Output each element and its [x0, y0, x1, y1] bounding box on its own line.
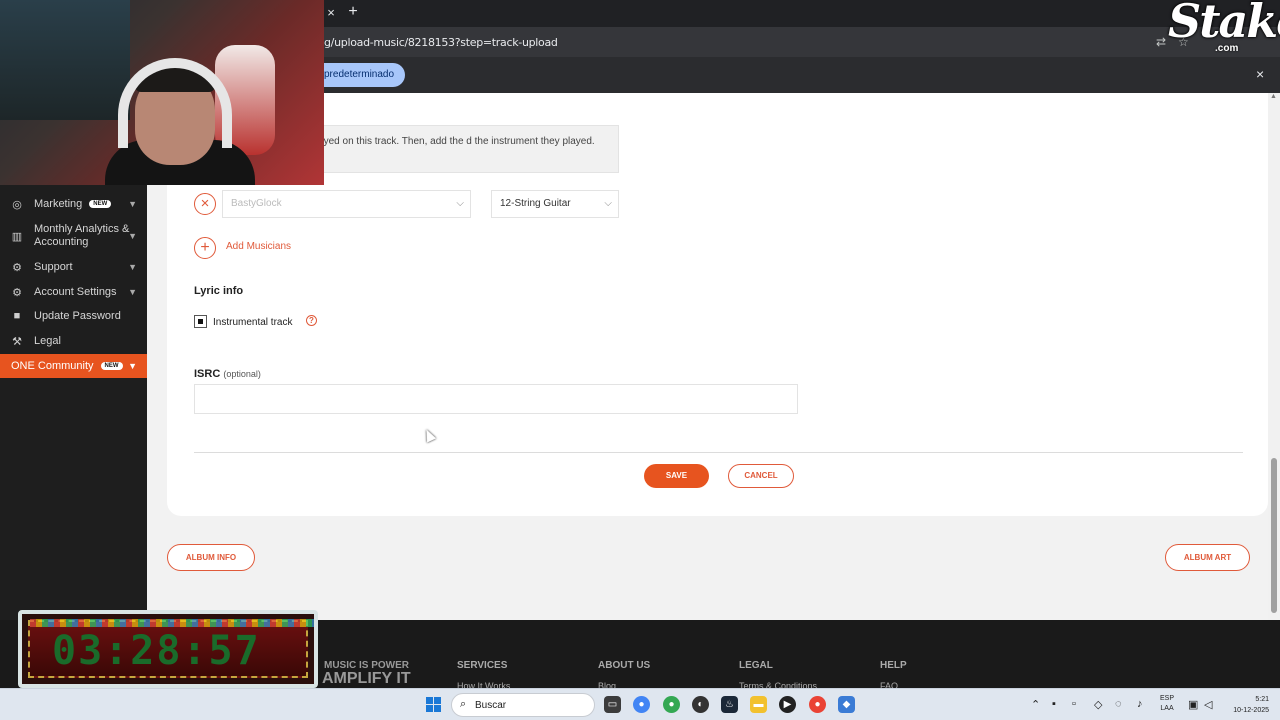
add-musician-icon[interactable]: + [194, 237, 216, 259]
sidebar-item-one-community[interactable]: ONE Community NEW ▼ [0, 354, 147, 378]
app-icon[interactable]: ◆ [838, 696, 855, 713]
chevron-down-icon: ▼ [128, 262, 137, 272]
sidebar-item-support[interactable]: ⚙ Support ▼ [0, 256, 147, 278]
countdown-timer-overlay: 03:28:57 [18, 610, 318, 688]
sidebar-item-label: Update Password [34, 309, 121, 322]
chrome-icon[interactable]: ● [633, 696, 650, 713]
app-icon[interactable]: ◐ [692, 696, 709, 713]
album-art-button[interactable]: ALBUM ART [1165, 544, 1250, 571]
set-default-button[interactable]: predeterminado [318, 63, 406, 87]
clock-time: 5:21 [1255, 696, 1269, 703]
divider [194, 452, 1243, 453]
chrome-profile-icon[interactable]: ● [663, 696, 680, 713]
christmas-lights [30, 619, 314, 627]
tab-close-icon[interactable]: × [324, 6, 338, 20]
gear-icon: ⚙ [12, 261, 22, 274]
stake-logo-domain: .com [1215, 43, 1239, 54]
chevron-down-icon: ▼ [128, 199, 137, 209]
sidebar-item-legal[interactable]: ⚒ Legal [0, 330, 147, 352]
scroll-up-icon[interactable]: ▲ [1270, 93, 1277, 100]
tray-app-icon[interactable]: ◇ [1094, 698, 1102, 711]
tray-chevron-up-icon[interactable]: ⌃ [1031, 698, 1040, 711]
cancel-button[interactable]: CANCEL [728, 464, 794, 488]
footer-help-title: HELP [880, 660, 907, 671]
new-tab-button[interactable]: + [346, 4, 360, 20]
settings-icon: ⚙ [12, 286, 22, 299]
footer-legal-title: LEGAL [739, 660, 773, 671]
remove-musician-icon[interactable]: × [194, 193, 216, 215]
tray-app-icon[interactable]: ▪ [1052, 698, 1056, 710]
isrc-title: ISRC [194, 368, 221, 380]
sidebar-item-label: Account Settings [34, 285, 117, 298]
clock-date: 10-12-2025 [1233, 707, 1269, 714]
gavel-icon: ⚒ [12, 335, 22, 348]
isrc-input[interactable] [194, 384, 798, 414]
megaphone-icon: ◎ [12, 198, 22, 211]
translate-icon[interactable]: ⇄ [1156, 35, 1166, 49]
file-explorer-icon[interactable]: ▬ [750, 696, 767, 713]
musician-select[interactable]: BastyGlock ⌵ [222, 190, 471, 218]
footer-services-title: SERVICES [457, 660, 508, 671]
media-player-icon[interactable]: ▶ [779, 696, 796, 713]
webcam-overlay [0, 0, 324, 185]
new-badge: NEW [100, 362, 123, 370]
stake-logo-text: Stake [1168, 0, 1280, 48]
chart-icon: ▥ [11, 230, 23, 243]
album-info-button[interactable]: ALBUM INFO [167, 544, 255, 571]
instrument-select[interactable]: 12-String Guitar ⌵ [491, 190, 619, 218]
sidebar-item-label: Legal [34, 334, 61, 347]
chevron-down-icon: ▼ [128, 231, 137, 241]
windows-start-icon[interactable] [426, 697, 441, 712]
chevron-down-icon: ▼ [128, 361, 137, 371]
chrome-active-icon[interactable]: ● [809, 696, 826, 713]
taskbar-search[interactable]: ⌕ Buscar [451, 693, 595, 717]
steam-icon[interactable]: ♨ [721, 696, 738, 713]
stake-logo: Stake .com [1168, 0, 1280, 56]
chevron-down-icon: ⌵ [456, 198, 464, 209]
search-placeholder: Buscar [475, 700, 507, 711]
sidebar-item-update-password[interactable]: ■ Update Password [0, 305, 147, 327]
scrollbar-thumb[interactable] [1271, 458, 1277, 613]
footer-about-title: ABOUT US [598, 660, 651, 671]
timer-text: 03:28:57 [52, 628, 261, 674]
chevron-down-icon: ⌵ [604, 198, 612, 209]
sidebar-item-label: Monthly Analytics & Accounting [34, 223, 130, 248]
url-text[interactable]: g/upload-music/8218153?step=track-upload [324, 36, 558, 49]
sidebar-item-analytics[interactable]: ▥ Monthly Analytics & Accounting ▼ [0, 221, 147, 251]
taskbar: ⌕ Buscar ▭ ● ● ◐ ♨ ▬ ▶ ● ◆ ⌃ ▪ ▫ ◇ ◌ ♪ E… [0, 688, 1280, 720]
sidebar-item-marketing[interactable]: ◎ Marketing NEW ▼ [0, 193, 147, 215]
help-icon[interactable]: ? [306, 315, 317, 326]
sidebar-item-label: Marketing [34, 197, 83, 210]
keyboard-layout: LAA [1160, 705, 1174, 712]
instrumental-checkbox[interactable] [194, 315, 207, 328]
sidebar-item-label: Support [34, 260, 73, 273]
network-icon[interactable]: ▣ [1188, 698, 1198, 711]
instrument-select-value: 12-String Guitar [500, 198, 571, 209]
infobar-close-icon[interactable]: × [1256, 66, 1264, 82]
save-button[interactable]: SAVE [644, 464, 709, 488]
isrc-optional: (optional) [223, 369, 261, 379]
isrc-label: ISRC (optional) [194, 368, 261, 380]
tray-app-icon[interactable]: ▫ [1072, 698, 1076, 710]
language-indicator[interactable]: ESP LAA [1160, 694, 1174, 714]
lyric-info-heading: Lyric info [194, 285, 244, 297]
sidebar-item-label: ONE Community [11, 359, 94, 372]
lock-icon: ■ [13, 310, 21, 322]
search-icon: ⌕ [460, 698, 467, 710]
microphone-icon[interactable]: ♪ [1137, 698, 1143, 710]
chevron-down-icon: ▼ [128, 287, 137, 297]
language-code: ESP [1160, 695, 1175, 702]
system-clock[interactable]: 5:21 10-12-2025 [1225, 694, 1269, 716]
footer-brand-name: AMPLIFY IT [322, 670, 411, 687]
task-view-icon[interactable]: ▭ [604, 696, 621, 713]
volume-icon[interactable]: ◁ [1204, 698, 1212, 711]
instrumental-label: Instrumental track [213, 317, 293, 328]
add-musicians-link[interactable]: Add Musicians [226, 241, 291, 252]
tray-app-icon[interactable]: ◌ [1115, 698, 1122, 710]
new-badge: NEW [89, 200, 112, 208]
musician-select-value: BastyGlock [231, 198, 282, 209]
sidebar-item-account-settings[interactable]: ⚙ Account Settings ▼ [0, 281, 147, 303]
